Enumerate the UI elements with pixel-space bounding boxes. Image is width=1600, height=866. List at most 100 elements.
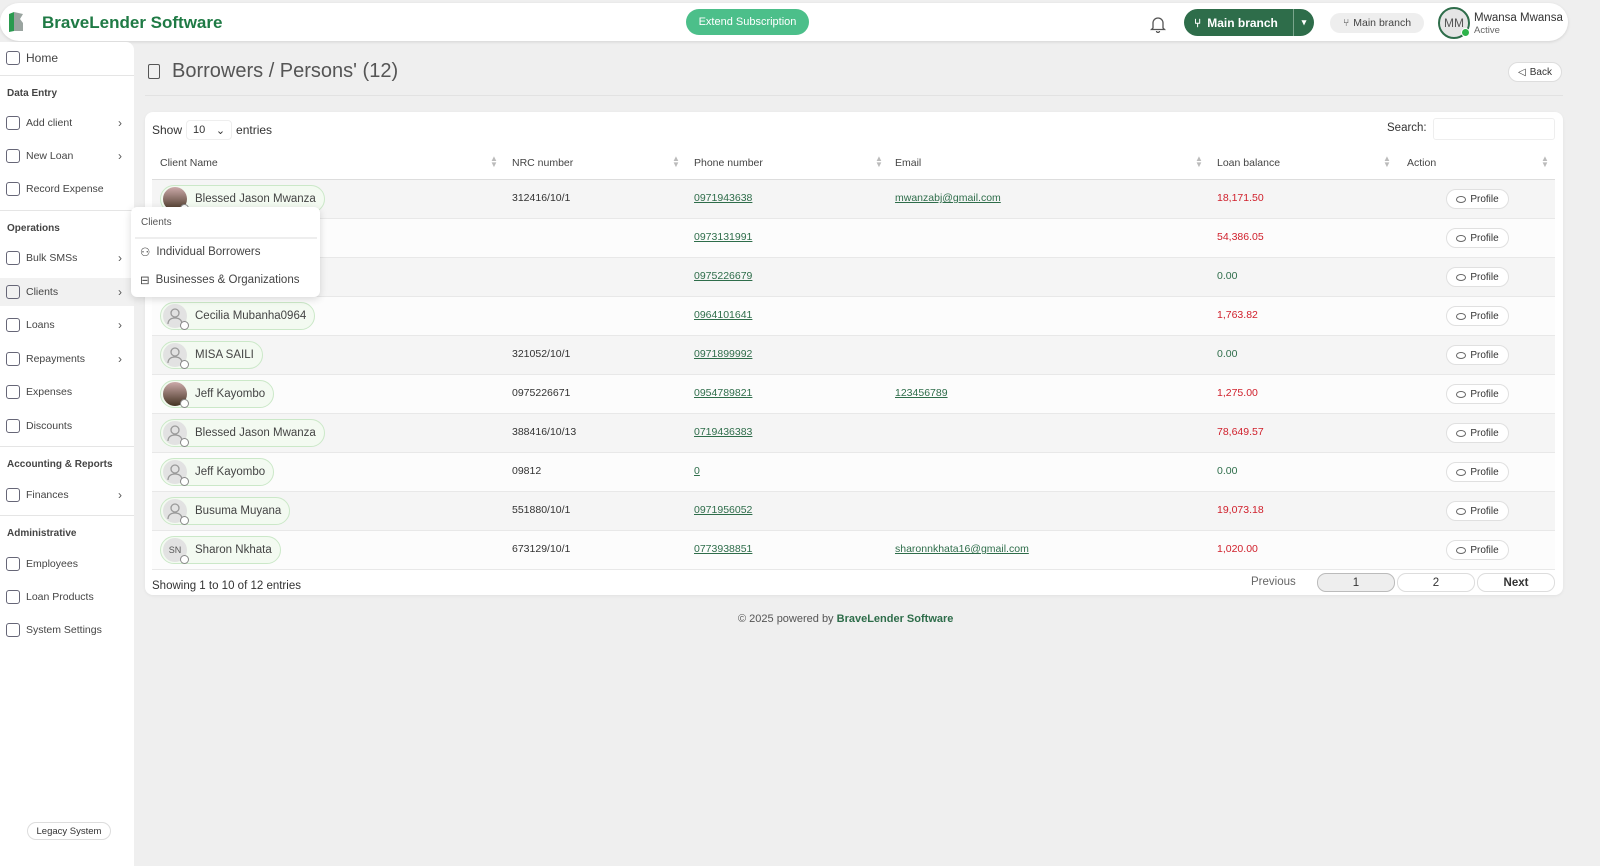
sidebar-item-label: Bulk SMSs (26, 252, 78, 264)
sort-icon[interactable]: ▲ ▼ (1195, 155, 1203, 169)
borrowers-table-card: Show 10 ⌄ entries Search: Showing 1 to 10… (145, 112, 1563, 595)
sidebar-item-finances[interactable]: Finances › (0, 481, 134, 509)
email-link[interactable]: sharonnkhata16@gmail.com (895, 543, 1029, 555)
nrc-number: 551880/10/1 (512, 504, 571, 516)
profile-button[interactable]: Profile (1446, 228, 1509, 248)
loan-balance: 78,649.57 (1217, 426, 1264, 438)
sidebar-item-home[interactable]: Home (0, 44, 134, 72)
sidebar-item-label: Add client (26, 117, 73, 129)
phone-link[interactable]: 0719436383 (694, 426, 752, 438)
sort-icon[interactable]: ▲ ▼ (672, 155, 680, 169)
column-header-loan-balance[interactable]: Loan balance (1217, 157, 1280, 169)
submenu-title: Clients (141, 217, 172, 228)
user-status: Active (1474, 25, 1500, 36)
back-button[interactable]: ◁ Back (1508, 62, 1562, 82)
client-name-chip[interactable]: Jeff Kayombo (160, 380, 275, 408)
table-row: MISA SAILI 321052/10/1 0971899992 0.00 Profi… (152, 336, 1555, 375)
profile-label: Profile (1470, 544, 1499, 556)
sidebar-item-clients[interactable]: Clients › (0, 277, 134, 306)
sidebar-item-discounts[interactable]: Discounts (0, 412, 134, 440)
phone-link[interactable]: 0954789821 (694, 387, 752, 399)
branch-switcher[interactable]: ⑂ Main branch ▾ (1184, 9, 1314, 36)
sidebar-item-bulk-smss[interactable]: Bulk SMSs › (0, 244, 134, 272)
client-name-chip[interactable]: Busuma Muyana (160, 497, 291, 525)
loan-balance: 0.00 (1217, 465, 1238, 477)
page-2-button[interactable]: 2 (1397, 573, 1475, 592)
phone-link[interactable]: 0773938851 (694, 543, 752, 555)
client-avatar-icon (163, 343, 189, 369)
sidebar-item-record-expense[interactable]: Record Expense (0, 175, 134, 203)
client-name-chip[interactable]: MISA SAILI (160, 341, 263, 369)
divider (0, 75, 134, 76)
next-page-button[interactable]: Next (1477, 573, 1555, 592)
user-avatar[interactable]: MM (1438, 7, 1470, 39)
sidebar-item-system-settings[interactable]: System Settings (0, 616, 134, 644)
column-header-client-name[interactable]: Client Name (160, 157, 218, 169)
eye-icon (1456, 507, 1467, 515)
person-icon: ⚇ (140, 247, 151, 259)
page-1-button[interactable]: 1 (1317, 573, 1395, 592)
profile-button[interactable]: Profile (1446, 384, 1509, 404)
client-name-chip[interactable]: Blessed Jason Mwanza (160, 419, 325, 447)
client-name-chip[interactable]: SN Sharon Nkhata (160, 536, 281, 564)
contact-book-icon (148, 64, 160, 79)
phone-link[interactable]: 0975226679 (694, 270, 752, 282)
phone-link[interactable]: 0964101641 (694, 309, 752, 321)
column-header-phone-number[interactable]: Phone number (694, 157, 763, 169)
submenu-item-individual-borrowers[interactable]: ⚇ Individual Borrowers (140, 245, 261, 259)
eye-icon (1456, 234, 1467, 242)
sidebar-item-expenses[interactable]: Expenses (0, 378, 134, 406)
column-header-email[interactable]: Email (895, 157, 921, 169)
profile-button[interactable]: Profile (1446, 267, 1509, 287)
chevron-down-icon[interactable]: ▾ (1294, 17, 1314, 28)
table-row: Jeff Kayombo 09812 0 0.00 Profile (152, 453, 1555, 492)
profile-button[interactable]: Profile (1446, 423, 1509, 443)
sidebar: Home Legacy System Data Entry Add client ›… (0, 42, 134, 866)
badge-icon (6, 557, 20, 571)
discount-icon (6, 418, 20, 433)
notification-bell-icon[interactable] (1150, 15, 1166, 33)
profile-button[interactable]: Profile (1446, 189, 1509, 209)
sort-icon[interactable]: ▲ ▼ (1541, 155, 1549, 169)
client-avatar-icon (163, 421, 189, 447)
column-header-nrc-number[interactable]: NRC number (512, 157, 573, 169)
phone-link[interactable]: 0 (694, 465, 700, 477)
phone-link[interactable]: 0973131991 (694, 231, 752, 243)
sidebar-item-label: Employees (26, 558, 78, 570)
profile-button[interactable]: Profile (1446, 345, 1509, 365)
loan-balance: 0.00 (1217, 270, 1238, 282)
column-header-action[interactable]: Action (1407, 157, 1436, 169)
sort-icon[interactable]: ▲ ▼ (875, 155, 883, 169)
previous-page-button[interactable]: Previous (1251, 576, 1296, 588)
sort-icon[interactable]: ▲ ▼ (1383, 155, 1391, 169)
profile-button[interactable]: Profile (1446, 501, 1509, 521)
sidebar-item-employees[interactable]: Employees (0, 550, 134, 578)
email-link[interactable]: mwanzabj@gmail.com (895, 192, 1001, 204)
sidebar-section-title: Operations (7, 223, 60, 234)
profile-button[interactable]: Profile (1446, 462, 1509, 482)
phone-link[interactable]: 0971899992 (694, 348, 752, 360)
chart-icon (6, 488, 20, 502)
phone-link[interactable]: 0971943638 (694, 192, 752, 204)
legacy-system-button[interactable]: Legacy System (27, 822, 111, 840)
client-name-chip[interactable]: Cecilia Mubanha0964 (160, 302, 316, 330)
search-input[interactable] (1433, 118, 1555, 140)
sidebar-item-repayments[interactable]: Repayments › (0, 345, 134, 373)
email-link[interactable]: 123456789 (895, 387, 948, 399)
profile-label: Profile (1470, 232, 1499, 244)
sidebar-item-loan-products[interactable]: Loan Products (0, 583, 134, 611)
sidebar-item-loans[interactable]: Loans › (0, 311, 134, 339)
message-icon (6, 251, 20, 265)
sidebar-item-add-client[interactable]: Add client › (0, 109, 134, 137)
profile-button[interactable]: Profile (1446, 540, 1509, 560)
extend-subscription-button[interactable]: Extend Subscription (686, 9, 809, 35)
sidebar-item-new-loan[interactable]: New Loan › (0, 142, 134, 170)
submenu-item-businesses[interactable]: ⊟ Businesses & Organizations (140, 273, 299, 287)
client-name-chip[interactable]: Jeff Kayombo (160, 458, 275, 486)
phone-link[interactable]: 0971956052 (694, 504, 752, 516)
entries-select[interactable]: 10 ⌄ (186, 120, 233, 140)
sort-icon[interactable]: ▲ ▼ (490, 155, 498, 169)
brand-logo (9, 12, 23, 32)
nrc-number: 673129/10/1 (512, 543, 571, 555)
profile-button[interactable]: Profile (1446, 306, 1509, 326)
